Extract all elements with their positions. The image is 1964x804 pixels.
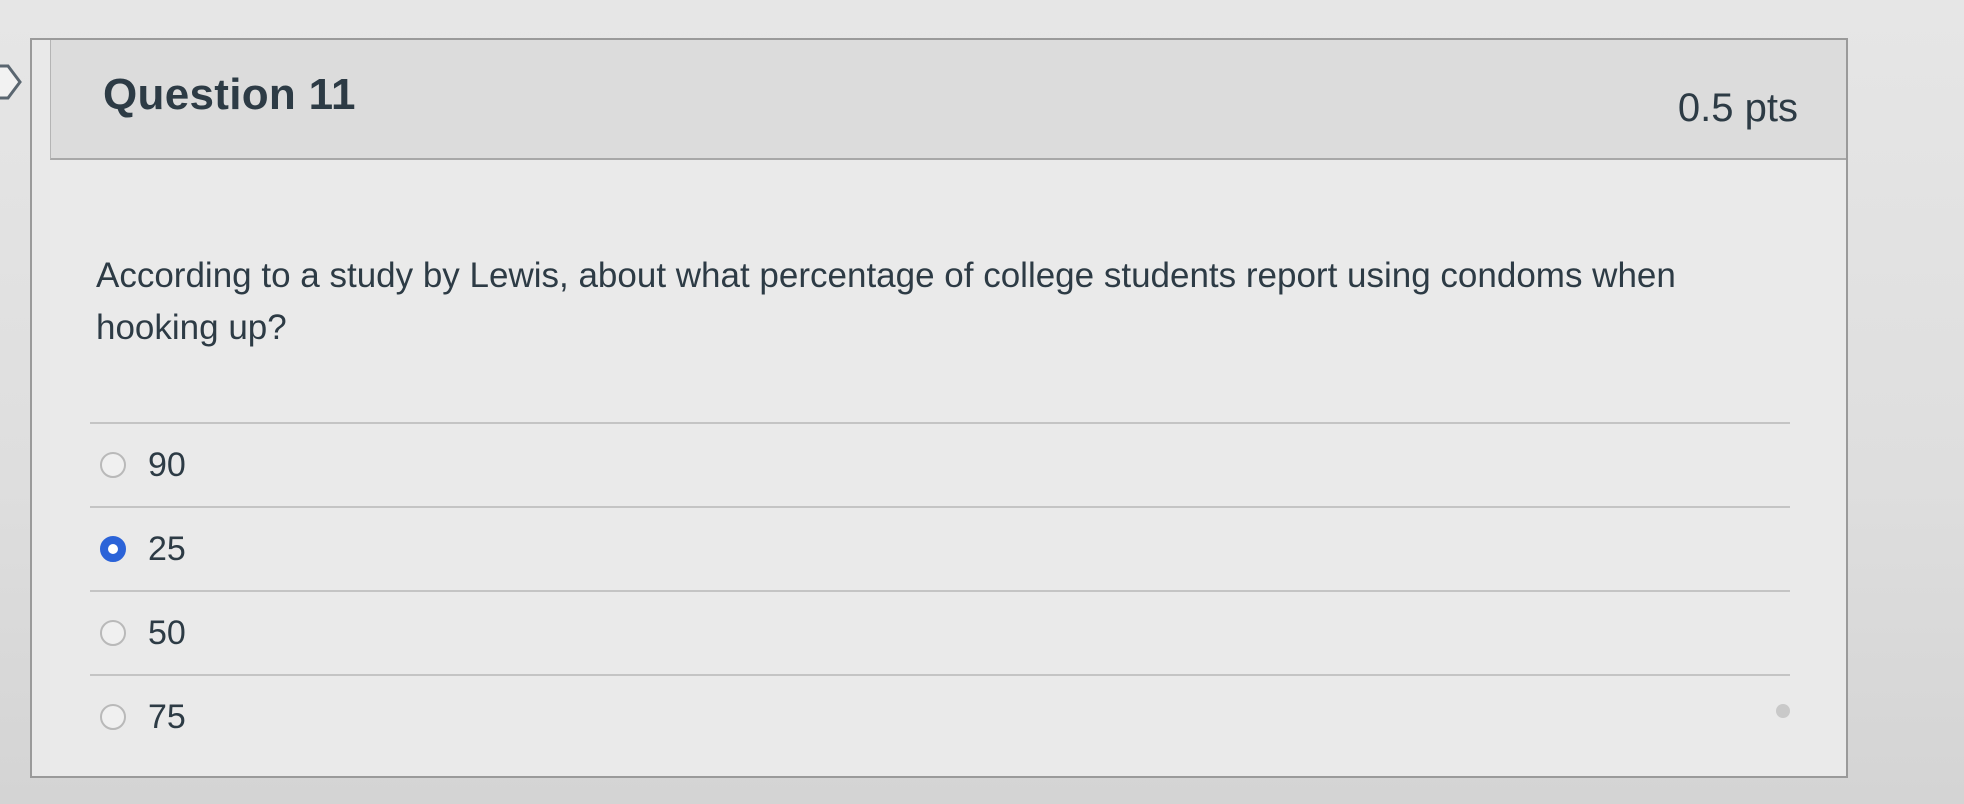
radio-button-selected-icon[interactable]: [100, 536, 126, 562]
answer-label: 75: [148, 697, 186, 736]
question-header: Question 11 0.5 pts: [50, 40, 1846, 160]
answer-list: 90 25 50 75: [90, 422, 1790, 758]
radio-button-icon[interactable]: [100, 620, 126, 646]
radio-button-icon[interactable]: [100, 704, 126, 730]
answer-label: 50: [148, 613, 186, 652]
answer-label: 25: [148, 529, 186, 568]
answer-option-25[interactable]: 25: [90, 508, 1790, 590]
question-card: Question 11 0.5 pts According to a study…: [30, 38, 1848, 778]
question-title: Question 11: [103, 70, 356, 119]
answer-label: 90: [148, 445, 186, 484]
question-points: 0.5 pts: [1677, 86, 1798, 130]
question-body: According to a study by Lewis, about wha…: [50, 160, 1846, 776]
bookmark-flag-icon[interactable]: [0, 62, 24, 102]
answer-option-75[interactable]: 75: [90, 676, 1790, 758]
radio-button-icon[interactable]: [100, 452, 126, 478]
answer-option-90[interactable]: 90: [90, 424, 1790, 506]
question-text: According to a study by Lewis, about wha…: [96, 256, 1676, 347]
decorative-dot: [1776, 704, 1790, 718]
answer-option-50[interactable]: 50: [90, 592, 1790, 674]
